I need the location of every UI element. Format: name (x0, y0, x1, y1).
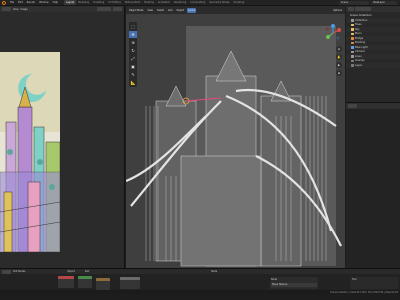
pan-hand-icon[interactable]: ✋ (336, 54, 342, 60)
image-canvas-area[interactable] (0, 12, 124, 268)
viewport-header: Object Mode View Select Add Object Globa… (126, 6, 345, 14)
tool-settings-label: Node (271, 278, 277, 281)
viewport-menu-add[interactable]: Add (167, 7, 174, 13)
tool-annotate-icon[interactable]: ✎ (129, 71, 137, 78)
tab-geometry-nodes[interactable]: Geometry Nodes (207, 0, 231, 5)
viewport-toolbar: ⬚ ✥ ⊕ ↻ ⤢ ▣ ✎ 📐 (129, 22, 137, 87)
object-mode-dropdown[interactable]: Object Mode (128, 7, 145, 13)
bottom-right-label: Tool (352, 278, 357, 281)
tool-name-field[interactable]: Move Texture (271, 283, 317, 287)
viewport-nav-buttons: ⊕ ✋ ▶ ⊞ (336, 46, 342, 76)
image-menu-view[interactable]: View (13, 8, 18, 11)
image-close-button[interactable] (113, 7, 122, 11)
outliner-search-field[interactable] (355, 7, 371, 11)
3d-viewport[interactable]: Object Mode View Select Add Object Globa… (126, 6, 345, 268)
tool-rotate-icon[interactable]: ↻ (129, 47, 137, 54)
viewport-options-button[interactable]: Options (332, 7, 343, 13)
tab-animation[interactable]: Animation (156, 0, 172, 5)
main-menu: File Edit Render Window Help (8, 1, 60, 4)
image-browse-field[interactable] (97, 7, 111, 11)
grid-icon[interactable]: ⊞ (336, 70, 342, 76)
blender-logo-icon[interactable] (1, 0, 6, 5)
node-editor-type-button[interactable] (2, 269, 11, 274)
tool-settings-box: Node Move Texture (270, 277, 318, 289)
outliner-display-mode-button[interactable] (348, 7, 354, 11)
viewport-scene (126, 6, 345, 268)
tab-layout[interactable]: Layout (64, 0, 77, 5)
outliner-gizmo (347, 20, 399, 90)
tab-texture-paint[interactable]: Texture Paint (123, 0, 142, 5)
tool-transform-icon[interactable]: ▣ (129, 63, 137, 70)
node-label-node[interactable]: Node (211, 270, 217, 273)
properties-header (346, 103, 400, 109)
tab-sculpting[interactable]: Sculpting (91, 0, 106, 5)
menu-file[interactable]: File (8, 1, 16, 4)
viewport-menu-select[interactable]: Select (155, 7, 166, 13)
image-editor-panel: View Image (0, 6, 125, 268)
outliner-panel: Scene Collection Collection Trees Sky Moon B… (346, 6, 400, 268)
view-layer-selector[interactable]: ViewLayer (371, 0, 397, 5)
node-label-slot-nodes[interactable]: Slot Nodes (13, 270, 25, 273)
tool-measure-icon[interactable]: 📐 (129, 79, 137, 86)
tool-scale-icon[interactable]: ⤢ (129, 55, 137, 62)
node-mix[interactable] (96, 278, 110, 290)
editor-type-button[interactable] (2, 7, 11, 11)
reference-image (0, 52, 60, 252)
node-editor-header: Slot Nodes Object Slot Node (0, 269, 400, 274)
tool-move-icon[interactable]: ✥ (129, 31, 137, 38)
node-label-object[interactable]: Object (67, 270, 74, 273)
properties-editor (346, 102, 400, 268)
status-bar: Scene Collection | Verts 917,302 | Tris … (0, 290, 400, 294)
workspace-tabs: Layout Modeling Sculpting UV Editing Texture… (64, 0, 246, 5)
properties-type-button[interactable] (348, 104, 357, 108)
node-editor-panel: Slot Nodes Object Slot Node Node Move Te… (0, 268, 400, 294)
tool-select-icon[interactable]: ⬚ (129, 23, 137, 30)
node-texture[interactable] (58, 276, 74, 288)
transform-orientation-dropdown[interactable]: Global (186, 7, 197, 13)
tab-uv-editing[interactable]: UV Editing (106, 0, 122, 5)
bottom-right-properties: Tool (350, 277, 398, 289)
tab-shading[interactable]: Shading (142, 0, 156, 5)
menu-window[interactable]: Window (37, 1, 50, 4)
zoom-icon[interactable]: ⊕ (336, 46, 342, 52)
node-output[interactable] (120, 277, 140, 289)
navigation-gizmo-icon[interactable] (324, 24, 342, 42)
scene-selector[interactable]: Scene (339, 0, 369, 5)
image-menu-image[interactable]: Image (20, 8, 27, 11)
tab-modeling[interactable]: Modeling (76, 0, 91, 5)
node-shader[interactable] (78, 276, 92, 288)
reference-illustration (0, 52, 60, 252)
menu-render[interactable]: Render (25, 1, 38, 4)
viewport-menu-object[interactable]: Object (175, 7, 185, 13)
tool-cursor-icon[interactable]: ⊕ (129, 39, 137, 46)
tab-compositing[interactable]: Compositing (188, 0, 207, 5)
node-label-slot[interactable]: Slot (85, 270, 89, 273)
camera-view-icon[interactable]: ▶ (336, 62, 342, 68)
tab-scripting[interactable]: Scripting (231, 0, 246, 5)
viewport-menu-view[interactable]: View (146, 7, 154, 13)
scene-statistics: Scene Collection | Verts 917,302 | Tris … (330, 290, 398, 294)
tab-rendering[interactable]: Rendering (172, 0, 188, 5)
menu-edit[interactable]: Edit (16, 1, 25, 4)
menu-help[interactable]: Help (51, 1, 60, 4)
